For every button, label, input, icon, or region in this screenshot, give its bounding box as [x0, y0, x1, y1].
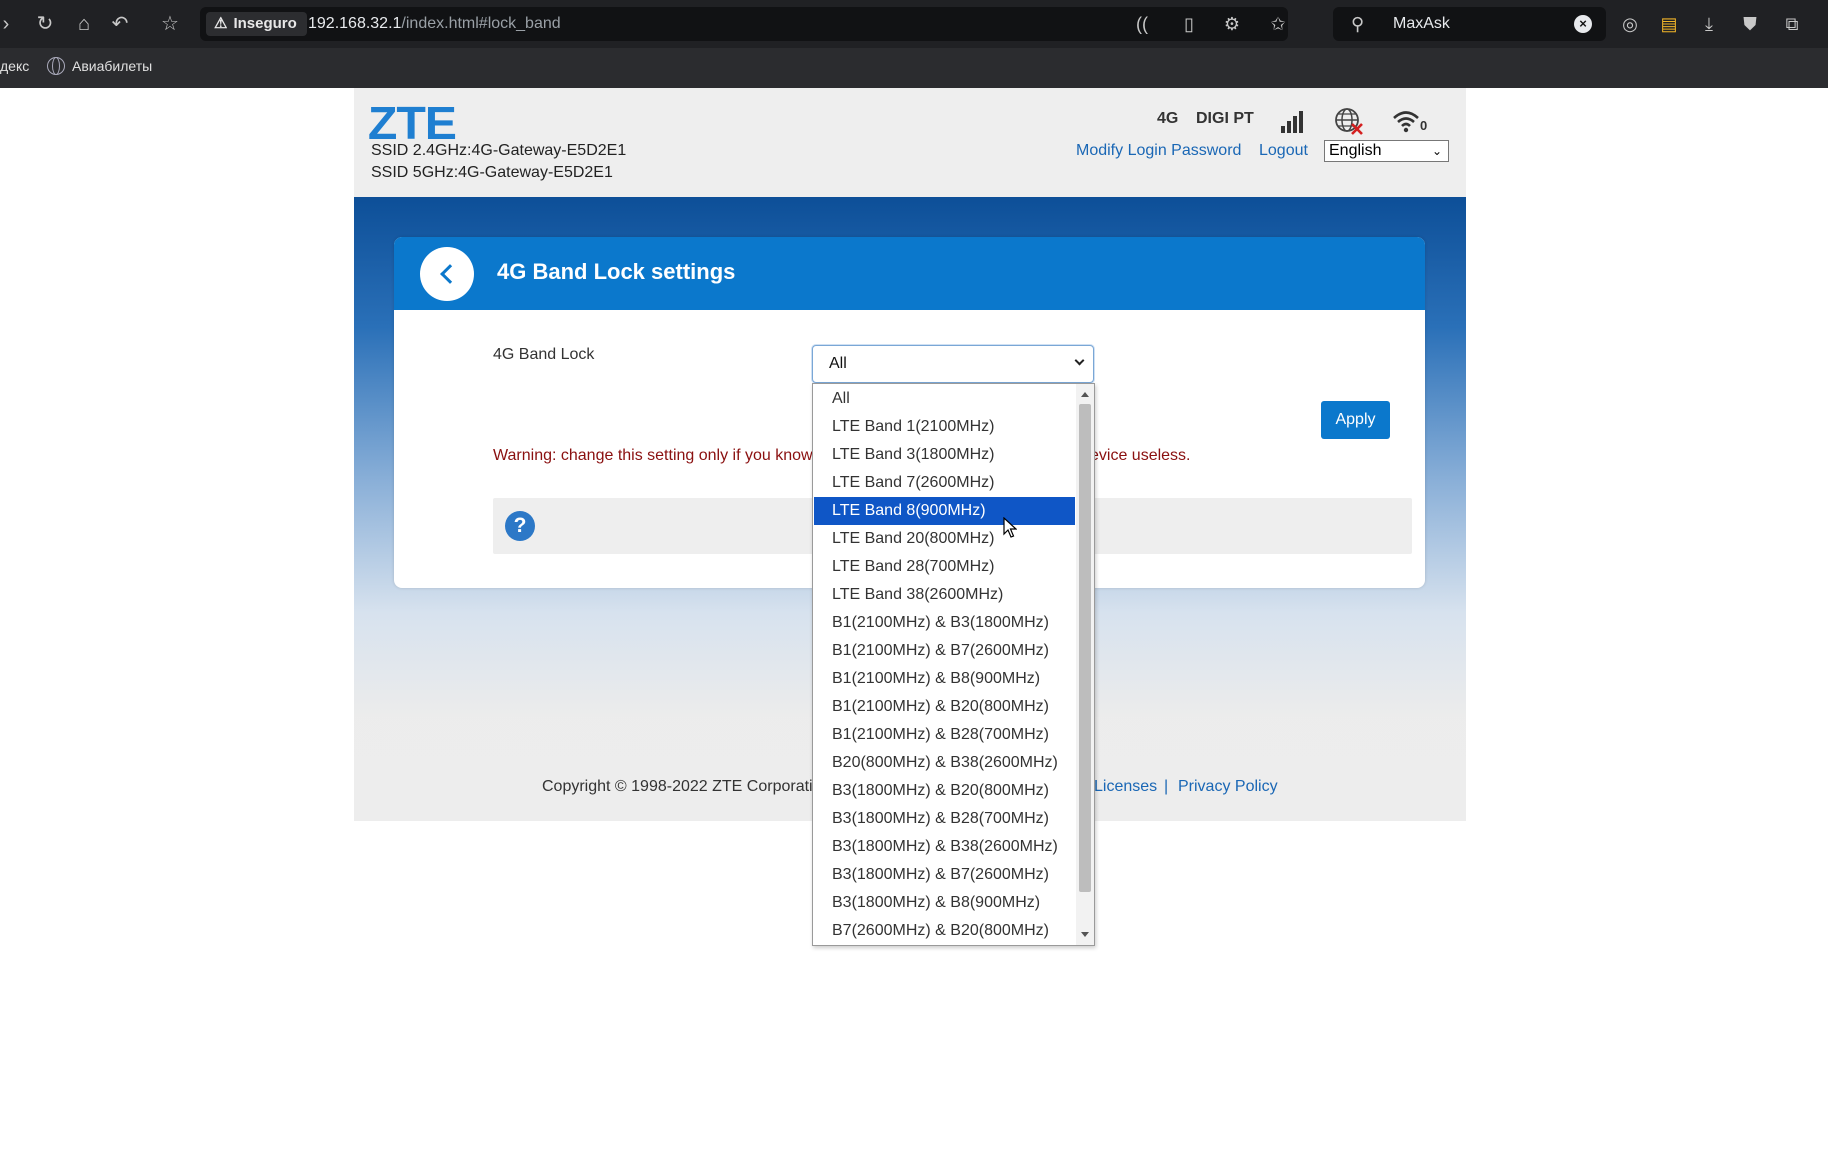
logout-link[interactable]: Logout	[1259, 142, 1308, 160]
page-title: 4G Band Lock settings	[497, 259, 736, 284]
search-icon: ⚲	[1351, 14, 1365, 34]
extensions-icon[interactable]: ⧉	[1779, 12, 1805, 36]
bookmark-item[interactable]: декс	[0, 48, 29, 84]
ssid-24ghz: SSID 2.4GHz:4G-Gateway-E5D2E1	[371, 142, 627, 159]
operator-name: DIGI PT	[1196, 110, 1254, 127]
wifi-client-count: 0	[1420, 118, 1428, 133]
dropdown-option[interactable]: B1(2100MHz) & B28(700MHz)	[814, 721, 1075, 749]
dropdown-option[interactable]: LTE Band 38(2600MHz)	[814, 581, 1075, 609]
shield-icon[interactable]: ⛊	[1737, 12, 1763, 36]
footer-separator: |	[1164, 778, 1169, 795]
help-icon[interactable]: ?	[505, 511, 535, 541]
dropdown-option[interactable]: B3(1800MHz) & B8(900MHz)	[814, 889, 1075, 917]
search-box[interactable]: ⚲ MaxAsk ×	[1333, 7, 1606, 41]
extension-gear-icon[interactable]: ⚙	[1220, 12, 1244, 36]
url-text[interactable]: 192.168.32.1/index.html#lock_band	[308, 7, 561, 41]
clear-search-icon[interactable]: ×	[1574, 15, 1592, 33]
back-button[interactable]	[420, 247, 474, 301]
ssid-5ghz: SSID 5GHz:4G-Gateway-E5D2E1	[371, 164, 613, 181]
globe-icon	[47, 57, 65, 75]
dropdown-option[interactable]: B3(1800MHz) & B7(2600MHz)	[814, 861, 1075, 889]
dropdown-option[interactable]: LTE Band 3(1800MHz)	[814, 441, 1075, 469]
undo-close-tab-icon[interactable]: ↶	[108, 12, 132, 36]
scroll-thumb[interactable]	[1079, 404, 1091, 892]
privacy-policy-link[interactable]: Privacy Policy	[1178, 778, 1278, 796]
band-lock-select[interactable]: All	[812, 345, 1094, 383]
screenshot-icon[interactable]: ◎	[1617, 12, 1643, 36]
scroll-down-icon[interactable]	[1081, 932, 1089, 937]
chevron-down-icon	[1074, 355, 1085, 366]
forward-icon[interactable]: ›	[0, 12, 18, 36]
mouse-cursor-icon	[1003, 517, 1017, 538]
signal-strength-icon	[1281, 111, 1303, 133]
dropdown-option[interactable]: B1(2100MHz) & B20(800MHz)	[814, 693, 1075, 721]
add-favorite-icon[interactable]: ✩	[1266, 12, 1290, 36]
band-lock-dropdown-list[interactable]: B7(2600MHz) & B20(800MHz) B3(1800MHz) & B…	[812, 383, 1095, 946]
dropdown-option[interactable]: B3(1800MHz) & B28(700MHz)	[814, 805, 1075, 833]
browser-toolbar: › ↻ ⌂ ↶ ☆ ⚠ Inseguro 192.168.32.1/index.…	[0, 0, 1828, 48]
dropdown-option[interactable]: B1(2100MHz) & B8(900MHz)	[814, 665, 1075, 693]
download-icon[interactable]: ⤓	[1696, 12, 1722, 36]
dropdown-option[interactable]: LTE Band 7(2600MHz)	[814, 469, 1075, 497]
wifi-icon	[1393, 111, 1419, 133]
dropdown-option[interactable]: LTE Band 20(800MHz)	[814, 525, 1075, 553]
language-select[interactable]: English ⌄	[1324, 140, 1449, 162]
scroll-up-icon[interactable]	[1081, 392, 1089, 397]
dropdown-option[interactable]: LTE Band 1(2100MHz)	[814, 413, 1075, 441]
internet-disconnected-icon	[1335, 108, 1363, 135]
dropdown-scrollbar[interactable]	[1076, 384, 1094, 945]
search-input[interactable]: MaxAsk	[1393, 7, 1450, 41]
warning-triangle-icon: ⚠	[214, 15, 228, 32]
audio-icon[interactable]: ((	[1130, 12, 1154, 36]
apply-button[interactable]: Apply	[1321, 401, 1390, 439]
bookmark-star-icon[interactable]: ☆	[158, 12, 182, 36]
dropdown-option[interactable]: LTE Band 8(900MHz)	[814, 497, 1075, 525]
dropdown-option[interactable]: B3(1800MHz) & B20(800MHz)	[814, 777, 1075, 805]
reload-icon[interactable]: ↻	[33, 12, 57, 36]
dropdown-option[interactable]: B1(2100MHz) & B3(1800MHz)	[814, 609, 1075, 637]
dropdown-option[interactable]: LTE Band 28(700MHz)	[814, 553, 1075, 581]
insecure-badge[interactable]: ⚠ Inseguro	[206, 12, 307, 36]
licenses-link[interactable]: Licenses	[1094, 778, 1157, 796]
dropdown-option[interactable]: All	[814, 385, 1075, 413]
panel-header: 4G Band Lock settings	[394, 237, 1425, 310]
address-bar[interactable]: ⚠ Inseguro 192.168.32.1/index.html#lock_…	[200, 7, 1288, 41]
bookmark-item[interactable]: Авиабилеты	[47, 48, 152, 84]
network-type: 4G	[1157, 110, 1179, 127]
dropdown-option[interactable]: B1(2100MHz) & B7(2600MHz)	[814, 637, 1075, 665]
bookmarks-bar: декс Авиабилеты	[0, 48, 1828, 88]
insecure-label: Inseguro	[233, 15, 297, 32]
copyright-text: Copyright © 1998-2022 ZTE Corporati	[542, 778, 813, 795]
dropdown-option[interactable]: B20(800MHz) & B38(2600MHz)	[814, 749, 1075, 777]
band-lock-label: 4G Band Lock	[493, 346, 595, 363]
modify-login-password-link[interactable]: Modify Login Password	[1076, 142, 1241, 160]
notes-icon[interactable]: ▤	[1656, 12, 1682, 36]
dropdown-option[interactable]: B7(2600MHz) & B20(800MHz)	[814, 917, 1075, 945]
home-icon[interactable]: ⌂	[72, 12, 96, 36]
dropdown-option[interactable]: B3(1800MHz) & B38(2600MHz)	[814, 833, 1075, 861]
chevron-down-icon: ⌄	[1431, 144, 1442, 158]
reader-view-icon[interactable]: ▯	[1177, 12, 1201, 36]
router-header: ZTE SSID 2.4GHz:4G-Gateway-E5D2E1 SSID 5…	[354, 88, 1466, 197]
